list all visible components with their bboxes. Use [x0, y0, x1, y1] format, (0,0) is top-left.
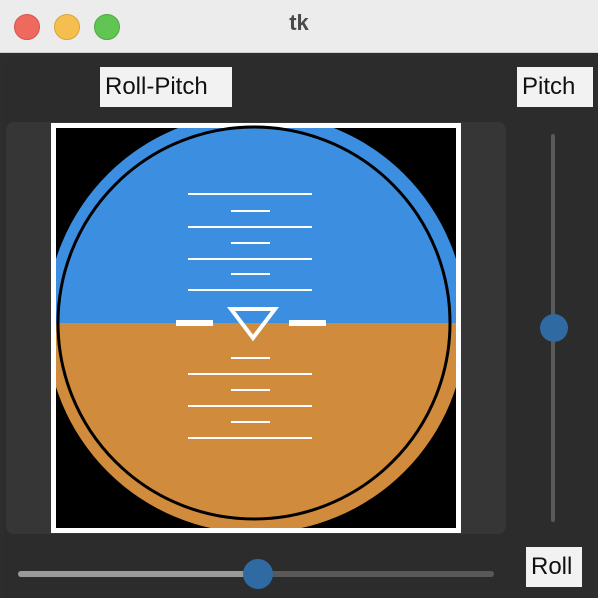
window-title: tk	[289, 10, 309, 35]
roll-label: Roll	[526, 547, 582, 587]
attitude-indicator	[51, 123, 461, 533]
roll-slider-fill	[18, 571, 258, 577]
pitch-label: Pitch	[517, 67, 593, 107]
attitude-indicator-drawing	[56, 125, 456, 528]
pitch-slider-thumb[interactable]	[540, 314, 568, 342]
title-bar: tk	[0, 0, 598, 53]
roll-slider-thumb[interactable]	[243, 559, 273, 589]
left-wing-marker	[176, 320, 213, 326]
right-wing-marker	[289, 320, 326, 326]
roll-pitch-label: Roll-Pitch	[100, 67, 232, 107]
